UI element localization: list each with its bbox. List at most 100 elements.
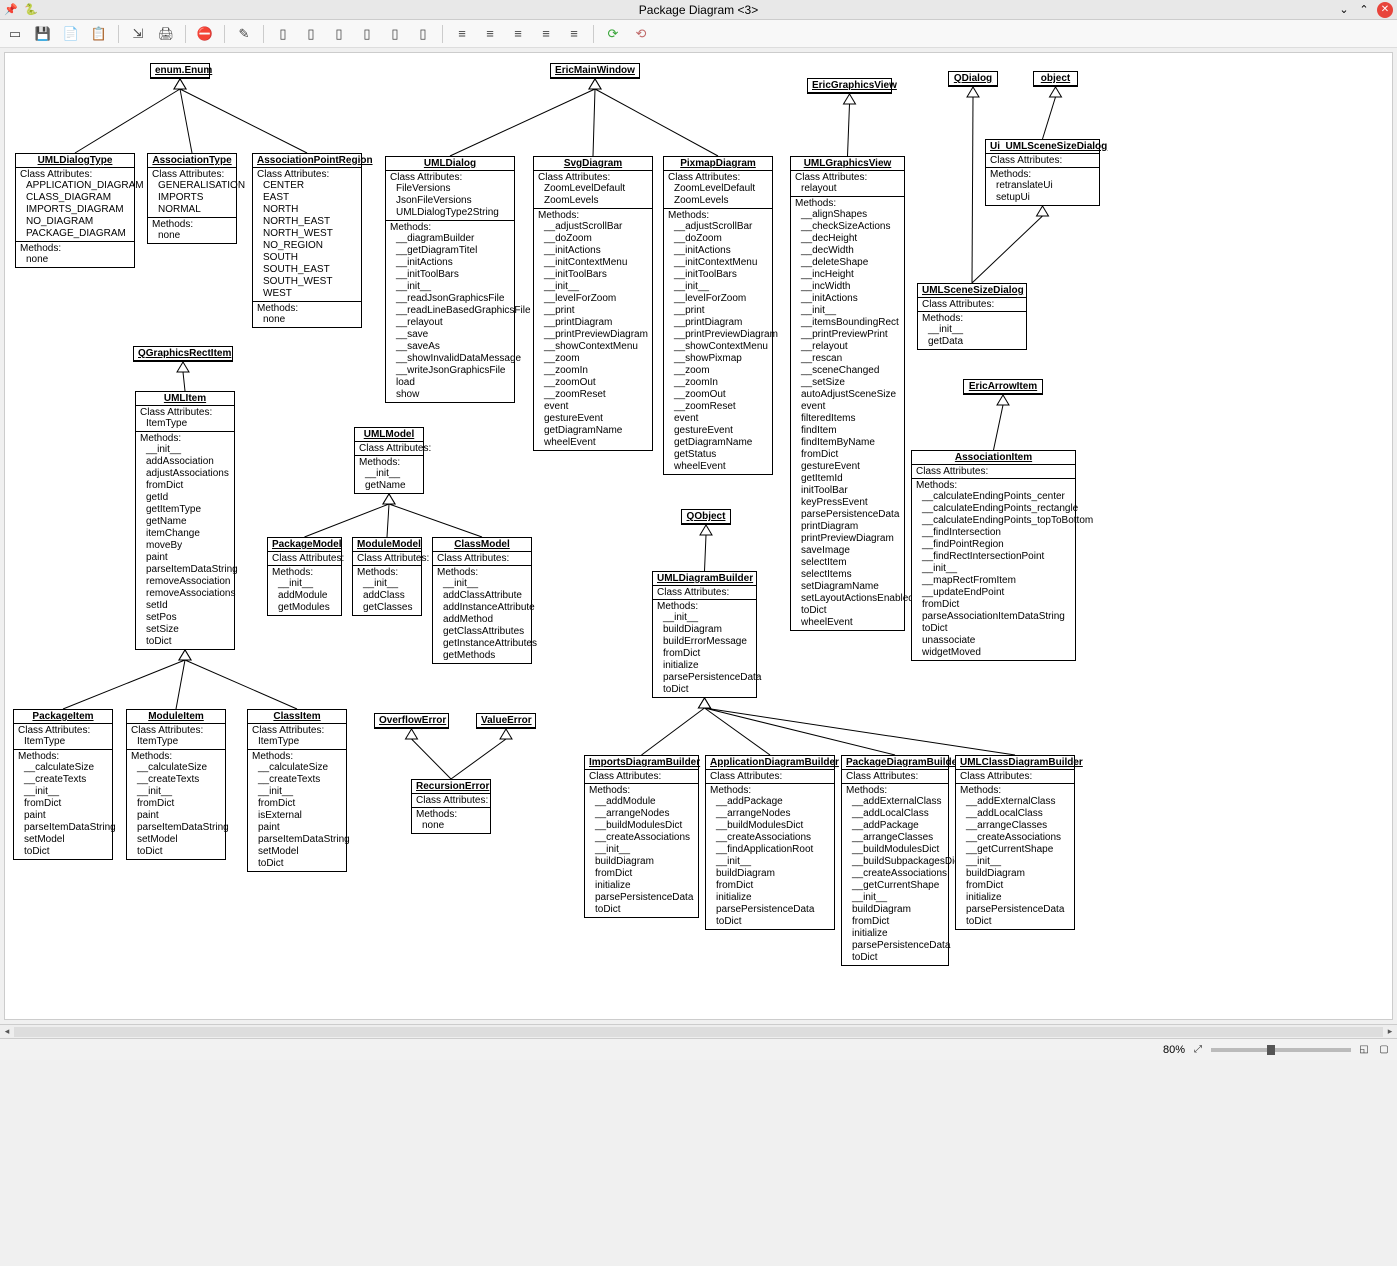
close-icon[interactable]: ✕ [1377,2,1393,18]
uml-class-SvgDiagram[interactable]: SvgDiagramClass Attributes: ZoomLevelDef… [533,156,653,451]
uml-class-QGraphicsRectItem[interactable]: QGraphicsRectItem [133,346,233,362]
class-attributes: Class Attributes: [412,794,490,808]
class-attributes: Class Attributes: ZoomLevelDefault ZoomL… [664,171,772,209]
class-methods: Methods: __adjustScrollBar __doZoom __in… [534,209,652,450]
save-icon[interactable]: 💾 [34,25,52,43]
maximize-icon[interactable]: ⌃ [1357,3,1371,17]
stop-icon[interactable]: ⛔ [196,25,214,43]
uml-class-AssociationItem[interactable]: AssociationItemClass Attributes:Methods:… [911,450,1076,661]
class-name: AssociationType [148,154,236,168]
zoom-out-icon[interactable]: ⤢ [1191,1043,1205,1057]
class-name: ClassModel [433,538,531,552]
dist-5-icon[interactable]: ≡ [565,25,583,43]
align-4-icon[interactable]: ▯ [358,25,376,43]
class-methods: Methods: __calculateSize __createTexts _… [127,750,225,859]
uml-class-ClassItem[interactable]: ClassItemClass Attributes: ItemTypeMetho… [247,709,347,872]
dist-4-icon[interactable]: ≡ [537,25,555,43]
uml-class-ModuleModel[interactable]: ModuleModelClass Attributes:Methods: __i… [352,537,422,616]
uml-class-UMLGraphicsView[interactable]: UMLGraphicsViewClass Attributes: relayou… [790,156,905,631]
class-name: AssociationPointRegion [253,154,361,168]
class-methods: Methods: __init__ getName [355,456,423,493]
uml-class-ClassModel[interactable]: ClassModelClass Attributes:Methods: __in… [432,537,532,664]
refresh-icon[interactable]: ⟳ [604,25,622,43]
uml-class-PixmapDiagram[interactable]: PixmapDiagramClass Attributes: ZoomLevel… [663,156,773,475]
separator [224,25,225,43]
uml-class-UMLItem[interactable]: UMLItemClass Attributes: ItemTypeMethods… [135,391,235,650]
class-attributes: Class Attributes: ItemType [127,724,225,750]
class-name: ImportsDiagramBuilder [585,756,698,770]
class-attributes: Class Attributes: CENTER EAST NORTH NORT… [253,168,361,302]
align-1-icon[interactable]: ▯ [274,25,292,43]
copy-icon[interactable]: 📋 [90,25,108,43]
uml-class-ModuleItem[interactable]: ModuleItemClass Attributes: ItemTypeMeth… [126,709,226,860]
class-name: QDialog [949,72,997,86]
uml-class-OverflowError[interactable]: OverflowError [374,713,449,729]
uml-class-QDialog[interactable]: QDialog [948,71,998,87]
uml-class-enumEnum[interactable]: enum.Enum [150,63,210,79]
class-attributes: Class Attributes: [912,465,1075,479]
uml-class-PackageDiagramBuilder[interactable]: PackageDiagramBuilderClass Attributes:Me… [841,755,949,966]
scroll-right-icon[interactable]: ▸ [1383,1026,1397,1037]
class-attributes: Class Attributes: [986,154,1099,168]
uml-class-UMLClassDiagramBuilder[interactable]: UMLClassDiagramBuilderClass Attributes:M… [955,755,1075,930]
class-methods: Methods: retranslateUi setupUi [986,168,1099,205]
uml-class-Ui_UMLSceneSizeDialog[interactable]: Ui_UMLSceneSizeDialogClass Attributes:Me… [985,139,1100,206]
uml-class-UMLDialogType[interactable]: UMLDialogTypeClass Attributes: APPLICATI… [15,153,135,268]
uml-class-UMLDiagramBuilder[interactable]: UMLDiagramBuilderClass Attributes:Method… [652,571,757,698]
class-name: PixmapDiagram [664,157,772,171]
uml-class-QObject[interactable]: QObject [681,509,731,525]
class-name: enum.Enum [151,64,209,78]
class-attributes: Class Attributes: [918,298,1026,312]
zoom-actual-icon[interactable]: ▢ [1377,1043,1391,1057]
dist-2-icon[interactable]: ≡ [481,25,499,43]
pin-icon[interactable]: 📌 [4,3,18,17]
uml-class-UMLModel[interactable]: UMLModelClass Attributes:Methods: __init… [354,427,424,494]
uml-class-EricArrowItem[interactable]: EricArrowItem [963,379,1043,395]
uml-class-EricMainWindow[interactable]: EricMainWindow [550,63,640,79]
scroll-left-icon[interactable]: ◂ [0,1026,14,1037]
horizontal-scrollbar[interactable]: ◂ ▸ [0,1024,1397,1038]
class-name: RecursionError [412,780,490,794]
save-as-icon[interactable]: 📄 [62,25,80,43]
uml-class-ValueError[interactable]: ValueError [476,713,536,729]
uml-class-EricGraphicsView[interactable]: EricGraphicsView [807,78,892,94]
toolbar: ▭ 💾 📄 📋 ⇲ 🖨 ⛔ ✎ ▯ ▯ ▯ ▯ ▯ ▯ ≡ ≡ ≡ ≡ ≡ ⟳ … [0,20,1397,48]
uml-class-ApplicationDiagramBuilder[interactable]: ApplicationDiagramBuilderClass Attribute… [705,755,835,930]
uml-class-AssociationPointRegion[interactable]: AssociationPointRegionClass Attributes: … [252,153,362,328]
diagram-canvas[interactable]: enum.Enum EricMainWindow EricGraphicsView Q… [4,52,1393,1020]
zoom-fit-icon[interactable]: ◱ [1357,1043,1371,1057]
dist-3-icon[interactable]: ≡ [509,25,527,43]
uml-class-UMLDialog[interactable]: UMLDialogClass Attributes: FileVersions … [385,156,515,403]
uml-class-PackageModel[interactable]: PackageModelClass Attributes:Methods: __… [267,537,342,616]
zoom-slider[interactable] [1211,1048,1351,1052]
undo-icon[interactable]: ⟲ [632,25,650,43]
class-name: UMLGraphicsView [791,157,904,171]
window-title: Package Diagram <3> [0,3,1397,17]
align-6-icon[interactable]: ▯ [414,25,432,43]
uml-class-object[interactable]: object [1033,71,1078,87]
uml-class-PackageItem[interactable]: PackageItemClass Attributes: ItemTypeMet… [13,709,113,860]
class-attributes: Class Attributes: [355,442,423,456]
separator [263,25,264,43]
class-name: Ui_UMLSceneSizeDialog [986,140,1099,154]
dist-1-icon[interactable]: ≡ [453,25,471,43]
class-attributes: Class Attributes: ItemType [136,406,234,432]
uml-class-AssociationType[interactable]: AssociationTypeClass Attributes: GENERAL… [147,153,237,244]
align-3-icon[interactable]: ▯ [330,25,348,43]
print-icon[interactable]: 🖨 [157,25,175,43]
class-attributes: Class Attributes: [706,770,834,784]
edit-icon[interactable]: ✎ [235,25,253,43]
uml-class-ImportsDiagramBuilder[interactable]: ImportsDiagramBuilderClass Attributes:Me… [584,755,699,918]
class-name: UMLDiagramBuilder [653,572,756,586]
minimize-icon[interactable]: ⌄ [1337,3,1351,17]
class-attributes: Class Attributes: ItemType [248,724,346,750]
export-icon[interactable]: ⇲ [129,25,147,43]
scroll-track[interactable] [14,1027,1383,1037]
uml-class-UMLSceneSizeDialog[interactable]: UMLSceneSizeDialogClass Attributes:Metho… [917,283,1027,350]
class-methods: Methods: __calculateEndingPoints_center … [912,479,1075,660]
align-5-icon[interactable]: ▯ [386,25,404,43]
align-2-icon[interactable]: ▯ [302,25,320,43]
new-icon[interactable]: ▭ [6,25,24,43]
class-name: EricArrowItem [964,380,1042,394]
uml-class-RecursionError[interactable]: RecursionErrorClass Attributes:Methods: … [411,779,491,834]
